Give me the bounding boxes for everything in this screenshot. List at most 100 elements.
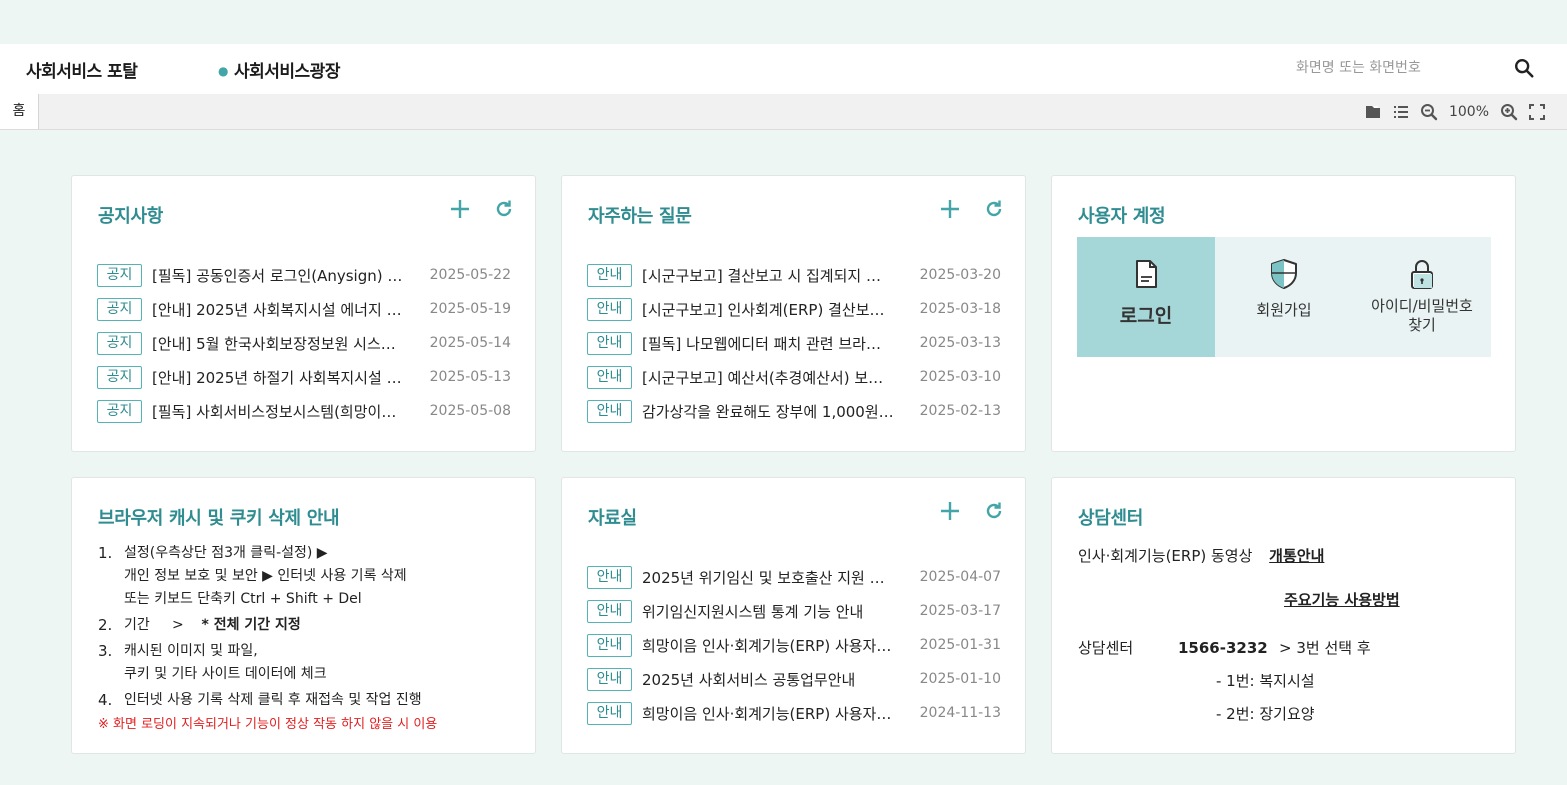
post-title[interactable]: [안내] 2025년 하절기 사회복지시설 안전 점검	[152, 367, 404, 388]
list-item[interactable]: 공지 [필독] 사회서비스정보시스템(희망이음) 안내 2025-05-08	[97, 394, 511, 428]
tab-bar: 홈 100%	[0, 94, 1567, 130]
post-title[interactable]: [필독] 사회서비스정보시스템(희망이음) 안내	[152, 401, 404, 422]
signup-button[interactable]: 회원가입	[1215, 237, 1353, 357]
shield-icon	[1271, 259, 1297, 289]
post-date: 2025-03-20	[919, 267, 1001, 283]
document-icon	[1136, 260, 1157, 288]
post-title[interactable]: [시군구보고] 예산서(추경예산서) 보고 방법	[642, 367, 894, 388]
library-badge: 안내	[587, 633, 632, 657]
open-guide-link[interactable]: 개통안내	[1269, 547, 1324, 565]
account-title: 사용자 계정	[1078, 206, 1166, 227]
refresh-icon[interactable]	[983, 198, 1005, 220]
list-item[interactable]: 안내 위기임신지원시스템 통계 기능 안내 2025-03-17	[587, 594, 1001, 628]
post-title[interactable]: [시군구보고] 결산보고 시 집계되지 않는 경우	[642, 265, 894, 286]
consult-body: 인사·회계기능(ERP) 동영상 개통안내 주요기능 사용방법 상담센터 156…	[1078, 542, 1498, 728]
current-menu[interactable]: ● 사회서비스광장	[218, 57, 340, 82]
step-line: 설정(우측상단 점3개 클릭-설정) ▶	[124, 545, 328, 561]
refresh-icon[interactable]	[493, 198, 515, 220]
signup-label: 회원가입	[1256, 301, 1312, 319]
step-line: 기간 >	[124, 617, 202, 633]
notice-badge: 공지	[97, 263, 142, 287]
faq-badge: 안내	[587, 331, 632, 355]
faq-badge: 안내	[587, 365, 632, 389]
account-buttons: 로그인 회원가입 아이디/비밀번호 찾기	[1077, 237, 1491, 357]
plus-icon[interactable]	[449, 198, 471, 220]
features-row: 주요기능 사용방법	[1078, 586, 1498, 614]
option-row-2: - 2번: 장기요양	[1078, 700, 1498, 728]
list-item[interactable]: 공지 [안내] 2025년 하절기 사회복지시설 안전 점검 2025-05-13	[97, 360, 511, 394]
option-row-1: - 1번: 복지시설	[1078, 667, 1498, 695]
guide-step: 1. 설정(우측상단 점3개 클릭-설정) ▶ 개인 정보 보호 및 보안 ▶ …	[98, 542, 437, 611]
login-button[interactable]: 로그인	[1077, 237, 1215, 357]
list-item[interactable]: 안내 희망이음 인사·회계기능(ERP) 사용자 안내 2024-11-13	[587, 696, 1001, 730]
post-title[interactable]: 2025년 사회서비스 공통업무안내	[642, 669, 894, 690]
top-header: 사회서비스 포탈 ● 사회서비스광장	[0, 44, 1567, 94]
library-badge: 안내	[587, 701, 632, 725]
post-title[interactable]: [필독] 공동인증서 로그인(Anysign) 관련 안내	[152, 265, 404, 286]
post-title[interactable]: 위기임신지원시스템 통계 기능 안내	[642, 601, 894, 622]
post-title[interactable]: 희망이음 인사·회계기능(ERP) 사용자 안내	[642, 703, 894, 724]
cache-guide-title: 브라우저 캐시 및 쿠키 삭제 안내	[98, 508, 340, 529]
plus-icon[interactable]	[939, 500, 961, 522]
step-number: 2.	[98, 616, 113, 634]
list-item[interactable]: 안내 [시군구보고] 예산서(추경예산서) 보고 방법 2025-03-10	[587, 360, 1001, 394]
list-view-icon[interactable]	[1391, 102, 1411, 122]
portal-brand[interactable]: 사회서비스 포탈	[26, 57, 138, 82]
step-number: 3.	[98, 642, 113, 660]
list-item[interactable]: 공지 [필독] 공동인증서 로그인(Anysign) 관련 안내 2025-05-2…	[97, 258, 511, 292]
post-date: 2025-02-13	[919, 403, 1001, 419]
post-title[interactable]: [시군구보고] 인사회계(ERP) 결산보고 방법	[642, 299, 894, 320]
step-line: 쿠키 및 기타 사이트 데이터에 체크	[124, 666, 327, 682]
refresh-icon[interactable]	[983, 500, 1005, 522]
step-line: 인터넷 사용 기록 삭제 클릭 후 재접속 및 작업 진행	[124, 692, 422, 708]
post-title[interactable]: 2025년 위기임신 및 보호출산 지원 사업안내	[642, 567, 894, 588]
list-item[interactable]: 공지 [안내] 2025년 사회복지시설 에너지 지원 안내 2025-05-19	[97, 292, 511, 326]
post-date: 2025-05-22	[429, 267, 511, 283]
post-date: 2025-01-31	[919, 637, 1001, 653]
post-date: 2025-01-10	[919, 671, 1001, 687]
post-title[interactable]: [안내] 5월 한국사회보장정보원 시스템 점검	[152, 333, 404, 354]
faq-actions	[939, 198, 1005, 220]
zoom-in-icon[interactable]	[1499, 102, 1519, 122]
post-title[interactable]: [필독] 나모웹에디터 패치 관련 브라우저 설정	[642, 333, 894, 354]
login-label: 로그인	[1119, 305, 1173, 327]
faq-title: 자주하는 질문	[588, 206, 692, 227]
fullscreen-icon[interactable]	[1527, 102, 1547, 122]
post-title[interactable]: [안내] 2025년 사회복지시설 에너지 지원 안내	[152, 299, 404, 320]
list-item[interactable]: 안내 희망이음 인사·회계기능(ERP) 사용자 매뉴얼 2025-01-31	[587, 628, 1001, 662]
notice-title: 공지사항	[98, 206, 164, 227]
list-item[interactable]: 안내 [필독] 나모웹에디터 패치 관련 브라우저 설정 2025-03-13	[587, 326, 1001, 360]
guide-step: 3. 캐시된 이미지 및 파일, 쿠키 및 기타 사이트 데이터에 체크	[98, 640, 437, 686]
list-item[interactable]: 안내 [시군구보고] 결산보고 시 집계되지 않는 경우 2025-03-20	[587, 258, 1001, 292]
zoom-out-icon[interactable]	[1419, 102, 1439, 122]
list-item[interactable]: 안내 2025년 위기임신 및 보호출산 지원 사업안내 2025-04-07	[587, 560, 1001, 594]
folder-icon[interactable]	[1363, 102, 1383, 122]
library-list: 안내 2025년 위기임신 및 보호출산 지원 사업안내 2025-04-07 안내…	[587, 560, 1001, 730]
plus-icon[interactable]	[939, 198, 961, 220]
library-badge: 안내	[587, 599, 632, 623]
phone-number: 1566-3232	[1178, 639, 1268, 657]
search-icon[interactable]	[1513, 57, 1535, 79]
post-date: 2025-05-08	[429, 403, 511, 419]
post-title[interactable]: 희망이음 인사·회계기능(ERP) 사용자 매뉴얼	[642, 635, 894, 656]
list-item[interactable]: 안내 2025년 사회서비스 공통업무안내 2025-01-10	[587, 662, 1001, 696]
features-guide-link[interactable]: 주요기능 사용방법	[1284, 586, 1400, 614]
guide-step: 4. 인터넷 사용 기록 삭제 클릭 후 재접속 및 작업 진행	[98, 689, 437, 712]
consult-title: 상담센터	[1078, 508, 1144, 529]
faq-badge: 안내	[587, 297, 632, 321]
tab-home[interactable]: 홈	[0, 94, 39, 129]
list-item[interactable]: 공지 [안내] 5월 한국사회보장정보원 시스템 점검 2025-05-14	[97, 326, 511, 360]
list-item[interactable]: 안내 감가상각을 완료해도 장부에 1,000원이 남는 경우 2025-02-13	[587, 394, 1001, 428]
lock-icon	[1411, 260, 1433, 289]
post-date: 2025-03-10	[919, 369, 1001, 385]
list-item[interactable]: 안내 [시군구보고] 인사회계(ERP) 결산보고 방법 2025-03-18	[587, 292, 1001, 326]
faq-card: 자주하는 질문 안내 [시군구보고] 결산보고 시 집계되지 않는 경우 2025-…	[561, 175, 1026, 452]
post-date: 2025-05-13	[429, 369, 511, 385]
step-line: 캐시된 이미지 및 파일,	[124, 643, 258, 659]
screen-search-input[interactable]	[1296, 54, 1496, 82]
post-title[interactable]: 감가상각을 완료해도 장부에 1,000원이 남는 경우	[642, 401, 894, 422]
find-account-button[interactable]: 아이디/비밀번호 찾기	[1353, 237, 1491, 357]
faq-list: 안내 [시군구보고] 결산보고 시 집계되지 않는 경우 2025-03-20 안내…	[587, 258, 1001, 428]
notice-actions	[449, 198, 515, 220]
current-menu-label: 사회서비스광장	[233, 62, 340, 82]
